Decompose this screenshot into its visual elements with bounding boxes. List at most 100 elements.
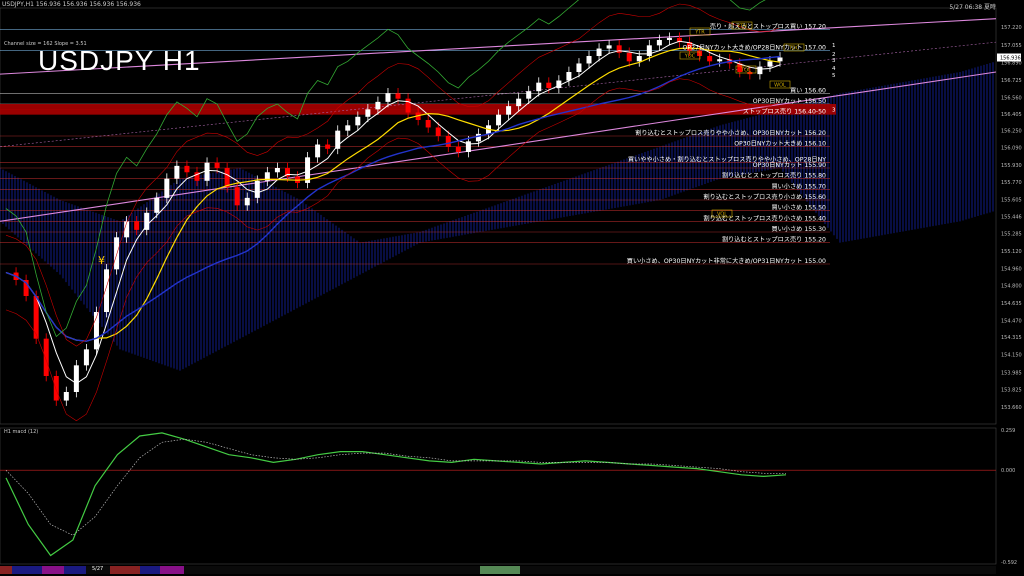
candle-body: [164, 178, 170, 198]
marker-box-label: VOL: [717, 212, 727, 218]
chart-title: USDJPY H1: [38, 45, 201, 76]
candle-body: [174, 165, 180, 179]
candle-body: [53, 376, 59, 401]
candle-body: [345, 125, 351, 131]
candle-body: [767, 61, 773, 67]
candle-body: [656, 40, 662, 46]
level-label: 買い小さめ 155.50: [771, 204, 826, 212]
price-tick: 154.315: [1001, 335, 1022, 341]
candle-body: [445, 136, 451, 147]
yen-marker: ¥: [98, 254, 105, 267]
candle-body: [375, 101, 381, 110]
channel-info: Channel size = 162 Slope = 3.51: [4, 41, 87, 47]
marker-box-label: TOL: [740, 68, 751, 74]
candle-body: [214, 162, 220, 168]
candle-body: [586, 56, 592, 64]
level-label: OP30日NYカット 155.90: [753, 162, 826, 169]
price-tick: 157.055: [1001, 43, 1022, 49]
candle-body: [435, 127, 441, 136]
candle-body: [104, 269, 110, 312]
level-label: OP30日NYカット大きめ 156.10: [734, 140, 826, 148]
candle-body: [73, 365, 79, 392]
candle-body: [355, 116, 361, 126]
level-label: 割り込むとストップロス売り小さめ 155.60: [703, 193, 826, 201]
price-tick: 154.470: [1001, 319, 1022, 325]
sma-slow-line: [5, 55, 781, 342]
level-label: OP27日NYカット大きめ/OP28日NYカット 157.00: [682, 44, 826, 52]
price-tick: 153.825: [1001, 387, 1022, 393]
level-label: 買い小さめ、OP30日NYカット非常に大きめ/OP31日NYカット 155.00: [627, 257, 826, 265]
candle-body: [475, 133, 481, 142]
candle-body: [224, 168, 230, 188]
level-label: 割り込むとストップロス売り 155.20: [722, 236, 826, 244]
price-tick: 154.150: [1001, 353, 1022, 359]
fib-number: 5: [832, 73, 836, 79]
level-label: 売り・超えるとストップロス買い 157.20: [710, 22, 826, 30]
level-label: 買い小さめ 155.70: [771, 182, 826, 190]
price-tick: 155.285: [1001, 232, 1022, 238]
candle-body: [315, 144, 321, 158]
level-label: 割り込むとストップロス売りやや小さめ、OP30日NYカット 156.20: [635, 129, 826, 137]
price-tick: 155.930: [1001, 163, 1022, 169]
price-tick: 155.120: [1001, 249, 1022, 255]
candle-body: [576, 63, 582, 72]
price-tick: 155.446: [1001, 214, 1022, 220]
level-label: ストップロス売り 156.40-50: [743, 108, 826, 116]
price-tick: 155.770: [1001, 180, 1022, 186]
candle-body: [365, 109, 371, 117]
level-label: 買い 156.60: [790, 87, 826, 94]
candle-body: [536, 82, 542, 92]
price-tick: 155.605: [1001, 197, 1022, 203]
candle-body: [124, 221, 130, 238]
level-label: 割り込むとストップロス売り 155.80: [722, 172, 826, 180]
candle-body: [204, 162, 210, 181]
candle-body: [134, 221, 140, 230]
candle-body: [717, 59, 723, 62]
macd-tick-zero: 0.000: [1001, 468, 1015, 474]
macd-signal-line: [5, 438, 786, 536]
chart-canvas: 超えるとストップロス買い 157.50売り・超えるとストップロス買い 157.2…: [0, 0, 1022, 566]
candle-body: [496, 114, 502, 126]
candle-body: [154, 197, 160, 213]
candle-body: [325, 144, 331, 149]
candle-body: [254, 180, 260, 198]
candle-body: [455, 146, 461, 152]
marker-box-label: YTR: [694, 30, 705, 36]
candle-body: [114, 237, 120, 270]
price-tick: 157.220: [1001, 25, 1022, 31]
clock-label: 5/27 06:38 夏時: [949, 4, 996, 11]
candle-body: [405, 98, 411, 113]
timeline-date: 5/27: [92, 566, 104, 572]
level-label: OP30日NYカット 156.50: [753, 98, 826, 105]
candle-body: [546, 82, 552, 88]
sma-fast-line: [5, 40, 781, 385]
candle-body: [83, 349, 89, 366]
price-tick: 156.090: [1001, 146, 1022, 152]
fib-number: 4: [832, 66, 836, 72]
marker-box-label: TDC: [788, 46, 800, 52]
candle-body: [395, 93, 401, 99]
price-tick: 153.985: [1001, 370, 1022, 376]
level-label: 買い小さめ 155.30: [771, 225, 826, 233]
candle-body: [566, 72, 572, 81]
current-price-label: 156.936: [1000, 55, 1021, 61]
price-tick: 154.800: [1001, 283, 1022, 289]
marker-box-label: YTH: [736, 24, 747, 30]
candle-body: [616, 45, 622, 53]
symbol-info: USDJPY,H1 156.936 156.936 156.936 156.93…: [2, 1, 141, 8]
price-tick: 154.635: [1001, 301, 1022, 307]
macd-frame: [0, 427, 997, 565]
macd-tick-bottom: -0.592: [1001, 560, 1017, 566]
candle-body: [757, 66, 763, 75]
sma-mid-line: [5, 47, 781, 342]
candle-body: [606, 45, 612, 49]
price-tick: 154.960: [1001, 266, 1022, 272]
candle-body: [526, 91, 532, 99]
timeline-bar: [0, 566, 996, 574]
price-tick: 156.405: [1001, 112, 1022, 118]
candle-body: [626, 52, 632, 62]
candle-body: [385, 93, 391, 102]
marker-box-label: WOL: [774, 83, 786, 89]
candle-body: [425, 120, 431, 128]
candle-body: [43, 338, 49, 376]
